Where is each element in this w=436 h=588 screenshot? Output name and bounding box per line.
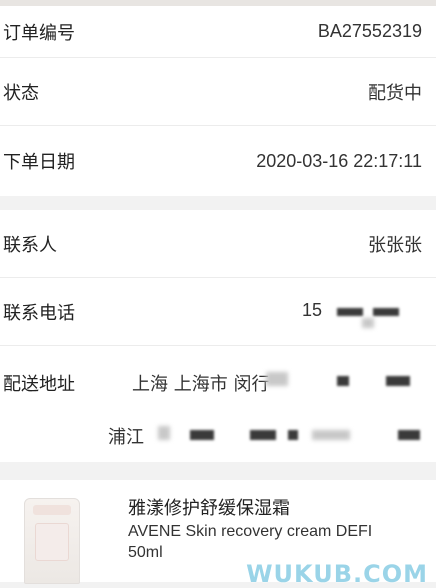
address-row: 配送地址 上海 上海市 闵行 浦江 — [0, 346, 436, 462]
order-date-label: 下单日期 — [3, 152, 75, 173]
order-status-label: 状态 — [3, 82, 39, 104]
phone-redaction — [362, 318, 374, 328]
order-number-label: 订单编号 — [3, 22, 75, 44]
address-redaction — [312, 430, 350, 440]
order-number-row: 订单编号 BA27552319 — [0, 6, 436, 58]
product-name-en: AVENE Skin recovery cream DEFI 50ml — [128, 523, 373, 561]
watermark: WUKUB.COM — [246, 560, 428, 588]
product-item[interactable]: 雅漾修护舒缓保湿霜 AVENE Skin recovery cream DEFI… — [0, 480, 436, 588]
contact-name-value: 张张张 — [368, 234, 422, 255]
product-label-shape — [35, 523, 69, 561]
contact-phone-row: 联系电话 15 — [0, 278, 436, 346]
order-info-card: 订单编号 BA27552319 状态 配货中 下单日期 2020-03-16 2… — [0, 6, 436, 196]
address-line1: 上海 上海市 闵行 — [132, 374, 270, 395]
product-name-cn: 雅漾修护舒缓保湿霜 — [128, 498, 290, 519]
contact-name-label: 联系人 — [3, 234, 57, 256]
address-redaction — [337, 376, 349, 386]
contact-info-card: 联系人 张张张 联系电话 15 配送地址 上海 上海市 闵行 浦江 — [0, 210, 436, 462]
product-cap — [33, 505, 71, 515]
phone-redaction — [373, 308, 399, 316]
product-image — [24, 498, 80, 584]
order-number-value: BA27552319 — [317, 21, 422, 41]
phone-redaction — [337, 308, 363, 316]
address-redaction — [250, 430, 276, 440]
order-status-value: 配货中 — [368, 82, 422, 103]
order-date-row: 下单日期 2020-03-16 22:17:11 — [0, 126, 436, 196]
address-line2: 浦江 — [108, 427, 144, 448]
address-redaction — [398, 430, 420, 440]
section-gap — [0, 196, 436, 210]
contact-name-row: 联系人 张张张 — [0, 210, 436, 278]
order-status-row: 状态 配货中 — [0, 58, 436, 126]
contact-phone-label: 联系电话 — [3, 302, 75, 324]
address-redaction — [190, 430, 214, 440]
address-redaction — [386, 376, 410, 386]
order-date-value: 2020-03-16 22:17:11 — [256, 150, 422, 171]
address-redaction — [158, 426, 170, 440]
address-redaction — [266, 372, 288, 386]
section-gap — [0, 462, 436, 480]
address-redaction — [288, 430, 298, 440]
address-label: 配送地址 — [3, 374, 75, 395]
contact-phone-value: 15 — [302, 300, 323, 320]
